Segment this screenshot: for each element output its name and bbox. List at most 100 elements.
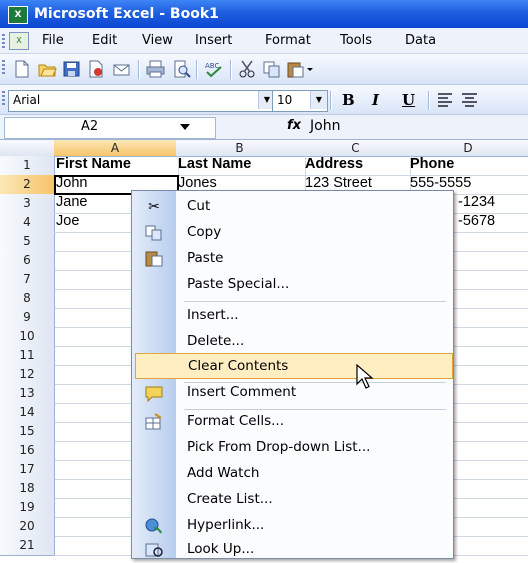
- row-header[interactable]: 12: [0, 365, 55, 385]
- row-header[interactable]: 5: [0, 232, 55, 252]
- align-left-icon[interactable]: [436, 91, 455, 109]
- cell-d1[interactable]: Phone: [408, 156, 528, 176]
- row-header[interactable]: 13: [0, 384, 55, 404]
- copy-icon: [145, 225, 162, 241]
- menu-item-insert-comment[interactable]: Insert Comment: [133, 380, 453, 406]
- fmtbar-grip[interactable]: [2, 91, 5, 105]
- menu-item-create-list[interactable]: Create List...: [133, 487, 453, 513]
- insert-function-icon[interactable]: fx: [287, 118, 301, 133]
- row-header[interactable]: 11: [0, 346, 55, 366]
- column-header-d[interactable]: D: [408, 140, 528, 157]
- row-header[interactable]: 15: [0, 422, 55, 442]
- bold-button[interactable]: B: [342, 91, 355, 109]
- paste-icon[interactable]: [286, 60, 305, 78]
- menu-item-format-cells[interactable]: Format Cells...: [133, 409, 453, 435]
- mouse-pointer-icon: [356, 364, 374, 389]
- font-size-combo[interactable]: 10 ▼: [272, 90, 328, 112]
- menu-item-clear-contents[interactable]: Clear Contents: [135, 353, 453, 379]
- underline-button[interactable]: U: [402, 91, 415, 109]
- column-header-a[interactable]: A: [54, 140, 177, 157]
- row-header[interactable]: 16: [0, 441, 55, 461]
- print-icon[interactable]: [146, 60, 165, 78]
- menu-item-insert[interactable]: Insert...: [133, 303, 453, 329]
- lookup-icon: [145, 543, 163, 557]
- menu-file[interactable]: File: [42, 33, 64, 48]
- name-box[interactable]: A2: [4, 117, 216, 139]
- toolbar-grip[interactable]: [2, 60, 5, 74]
- email-icon[interactable]: [112, 60, 131, 78]
- cut-icon[interactable]: [238, 60, 257, 78]
- excel-app-icon[interactable]: X: [8, 6, 28, 24]
- row-header[interactable]: 9: [0, 308, 55, 328]
- window-title: Microsoft Excel - Book1: [34, 6, 219, 22]
- context-menu: ✂ Cut Copy Paste Paste Special... Insert…: [131, 190, 454, 559]
- row-header[interactable]: 8: [0, 289, 55, 309]
- toolbar-separator: [138, 60, 140, 79]
- toolbar-separator: [428, 91, 430, 110]
- cell-d4[interactable]: -5678: [456, 213, 528, 233]
- new-icon[interactable]: [12, 60, 31, 78]
- row-header[interactable]: 18: [0, 479, 55, 499]
- align-center-icon[interactable]: [460, 91, 479, 109]
- copy-icon[interactable]: [262, 60, 281, 78]
- size-dropdown-icon[interactable]: ▼: [310, 91, 327, 109]
- toolbar-separator: [196, 60, 198, 79]
- menu-tools[interactable]: Tools: [340, 33, 372, 48]
- row-header[interactable]: 17: [0, 460, 55, 480]
- italic-button[interactable]: I: [372, 91, 379, 109]
- menu-item-label: Paste: [187, 250, 224, 266]
- name-box-dropdown-icon[interactable]: [180, 124, 190, 130]
- open-icon[interactable]: [38, 60, 57, 78]
- menu-item-hyperlink[interactable]: Hyperlink...: [133, 513, 453, 539]
- row-header[interactable]: 4: [0, 213, 55, 233]
- formula-value[interactable]: John: [310, 118, 340, 134]
- menu-insert[interactable]: Insert: [195, 33, 232, 48]
- row-header[interactable]: 20: [0, 517, 55, 537]
- print-preview-icon[interactable]: [172, 60, 191, 78]
- menu-view[interactable]: View: [142, 33, 173, 48]
- permission-icon[interactable]: [86, 60, 105, 78]
- row-header[interactable]: 6: [0, 251, 55, 271]
- select-all-corner[interactable]: [0, 140, 55, 157]
- toolbar-separator: [230, 60, 232, 79]
- row-header[interactable]: 1: [0, 156, 55, 176]
- menu-data[interactable]: Data: [405, 33, 436, 48]
- menu-item-label: Pick From Drop-down List...: [187, 439, 371, 455]
- menu-item-label: Hyperlink...: [187, 517, 265, 533]
- row-header[interactable]: 7: [0, 270, 55, 290]
- cell-b1[interactable]: Last Name: [176, 156, 306, 176]
- row-header[interactable]: 14: [0, 403, 55, 423]
- menu-item-label: Format Cells...: [187, 413, 285, 429]
- column-header-c[interactable]: C: [303, 140, 409, 157]
- menu-item-paste-special[interactable]: Paste Special...: [133, 272, 453, 298]
- menu-item-cut[interactable]: ✂ Cut: [133, 194, 453, 220]
- row-header[interactable]: 2: [0, 175, 55, 195]
- menu-item-look-up[interactable]: Look Up...: [133, 537, 453, 563]
- spelling-icon[interactable]: ABC: [204, 60, 223, 78]
- menu-item-label: Cut: [187, 198, 211, 214]
- cell-d3[interactable]: -1234: [456, 194, 528, 214]
- menu-format[interactable]: Format: [265, 33, 311, 48]
- row-header[interactable]: 21: [0, 536, 55, 556]
- format-cells-icon: [145, 413, 162, 430]
- menu-item-pick-from-list[interactable]: Pick From Drop-down List...: [133, 435, 453, 461]
- cell-c1[interactable]: Address: [303, 156, 411, 176]
- row-header[interactable]: 10: [0, 327, 55, 347]
- menu-item-delete[interactable]: Delete...: [133, 329, 453, 355]
- cell-a1[interactable]: First Name: [54, 156, 179, 176]
- menubar-grip[interactable]: [2, 34, 5, 48]
- font-name-combo[interactable]: Arial ▼: [8, 90, 276, 112]
- row-header[interactable]: 19: [0, 498, 55, 518]
- menu-item-add-watch[interactable]: Add Watch: [133, 461, 453, 487]
- document-icon[interactable]: X: [9, 32, 29, 50]
- menu-item-paste[interactable]: Paste: [133, 246, 453, 272]
- row-header[interactable]: 3: [0, 194, 55, 214]
- paste-dropdown-icon[interactable]: [305, 60, 315, 78]
- menu-item-label: Insert...: [187, 307, 239, 323]
- menu-item-label: Copy: [187, 224, 222, 240]
- save-icon[interactable]: [62, 60, 81, 78]
- menu-edit[interactable]: Edit: [92, 33, 117, 48]
- column-header-b[interactable]: B: [176, 140, 304, 157]
- menu-item-copy[interactable]: Copy: [133, 220, 453, 246]
- menu-item-label: Look Up...: [187, 541, 255, 557]
